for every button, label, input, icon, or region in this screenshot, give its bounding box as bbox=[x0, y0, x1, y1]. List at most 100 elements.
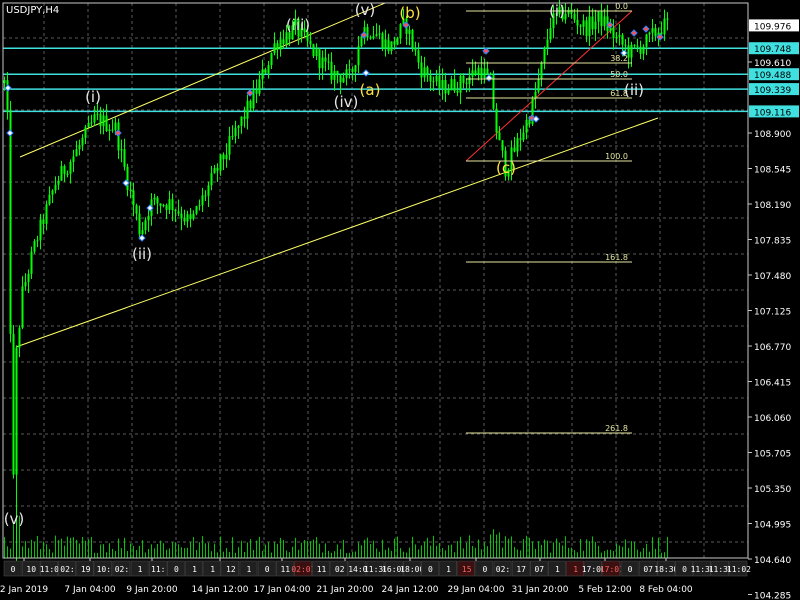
volume-bar bbox=[658, 537, 659, 558]
volume-bar bbox=[367, 537, 368, 558]
time-strip-label: 10 bbox=[26, 565, 36, 574]
volume-bar bbox=[178, 544, 179, 558]
x-tick-label: 5 Feb 12:00 bbox=[578, 585, 632, 595]
volume-bar bbox=[478, 539, 479, 558]
candle-body bbox=[591, 16, 594, 30]
volume-bar bbox=[517, 549, 518, 558]
candle-body bbox=[108, 129, 111, 131]
time-strip-label: 07 bbox=[643, 565, 653, 574]
chart-window[interactable]: 0.0 38.2 50.0 61.8 100.0 161.8 261.8 (v) (i) (ii… bbox=[0, 0, 800, 600]
candle-body bbox=[165, 204, 168, 210]
wave-label: (v) bbox=[4, 510, 25, 528]
candle-body bbox=[270, 53, 273, 66]
volume-bar bbox=[535, 548, 536, 558]
fib-level-label: 50.0 bbox=[610, 70, 628, 79]
volume-bar bbox=[571, 547, 572, 558]
candle-body bbox=[327, 61, 330, 63]
volume-bar bbox=[133, 545, 134, 558]
volume-bar bbox=[4, 537, 5, 558]
volume-bar bbox=[559, 542, 560, 558]
volume-bar bbox=[121, 548, 122, 558]
volume-bar bbox=[583, 550, 584, 558]
volume-bar bbox=[487, 546, 488, 558]
candle-body bbox=[648, 32, 651, 35]
fractal-marker bbox=[630, 29, 638, 37]
volume-bar bbox=[505, 536, 506, 558]
volume-bar bbox=[520, 550, 521, 558]
volume-bar bbox=[211, 551, 212, 558]
volume-bar bbox=[664, 552, 665, 558]
volume-bar bbox=[490, 534, 491, 558]
volume-bar bbox=[409, 547, 410, 558]
volume-bar bbox=[568, 547, 569, 558]
candle-body bbox=[537, 78, 540, 92]
volume-bar bbox=[241, 540, 242, 558]
candle-body bbox=[528, 119, 531, 124]
candle-body bbox=[189, 214, 192, 219]
candles bbox=[3, 0, 669, 563]
volume-bar bbox=[124, 537, 125, 558]
candle-body bbox=[573, 13, 576, 20]
time-strip: 0 10 11:0 02: 19 10: 02: 1 11: 0 1 1 12 1 0 11 02:01 11 02… bbox=[3, 560, 751, 577]
candle-body bbox=[624, 44, 627, 46]
candle-body bbox=[522, 132, 525, 140]
candle-body bbox=[123, 149, 126, 167]
volume-bar bbox=[220, 536, 221, 558]
volume-bar bbox=[46, 544, 47, 558]
volume-bar bbox=[277, 543, 278, 558]
volume-bar bbox=[232, 537, 233, 558]
time-strip-label: 17 bbox=[516, 565, 526, 574]
volume-bar bbox=[43, 541, 44, 558]
candle-body bbox=[348, 69, 351, 71]
candle-body bbox=[354, 65, 357, 72]
volume-bar bbox=[445, 550, 446, 558]
volume-bar bbox=[370, 544, 371, 558]
volume-bar bbox=[469, 535, 470, 558]
candle-body bbox=[153, 197, 156, 200]
candle-body bbox=[30, 251, 33, 274]
volume-bar bbox=[283, 539, 284, 558]
fib-level-label: 38.2 bbox=[610, 54, 628, 63]
candle-body bbox=[312, 44, 315, 57]
candle-body bbox=[87, 122, 90, 128]
candle-body bbox=[603, 16, 606, 27]
volume-bar bbox=[649, 551, 650, 558]
wave-label: (b) bbox=[399, 4, 420, 22]
candle-body bbox=[12, 333, 15, 475]
time-strip-label: 11:02 bbox=[727, 565, 751, 574]
volume-bar bbox=[472, 545, 473, 558]
candle-body bbox=[195, 206, 198, 214]
wave-label: (ii) bbox=[132, 245, 152, 263]
analysis-lines bbox=[3, 2, 748, 348]
candle-body bbox=[36, 240, 39, 242]
candle-body bbox=[666, 18, 669, 20]
candle-body bbox=[183, 218, 186, 222]
candle-body bbox=[63, 166, 66, 174]
volume-bar bbox=[49, 548, 50, 558]
wave-label: (iv) bbox=[334, 93, 359, 111]
y-tick-label: 107.835 bbox=[754, 237, 791, 247]
volume-bar bbox=[94, 552, 95, 558]
volume-bar bbox=[118, 538, 119, 558]
candle-body bbox=[369, 37, 372, 39]
volume-bar bbox=[151, 544, 152, 558]
candle-body bbox=[48, 194, 51, 205]
volume-bar bbox=[190, 542, 191, 558]
candle-body bbox=[432, 81, 435, 83]
volume-bar bbox=[373, 540, 374, 558]
volume-bar bbox=[238, 547, 239, 558]
x-tick-label: 14 Jan 12:00 bbox=[192, 585, 249, 595]
volume-bar bbox=[109, 543, 110, 558]
time-strip-label: 18:00 bbox=[400, 565, 424, 574]
candle-body bbox=[201, 195, 204, 206]
time-strip-label: 02 bbox=[335, 565, 345, 574]
volume-bar bbox=[214, 543, 215, 558]
candle-body bbox=[129, 189, 132, 191]
price-chart[interactable]: 0.038.250.061.8100.0161.8261.8 (v)(i)(ii… bbox=[0, 0, 800, 600]
candle-body bbox=[255, 89, 258, 94]
volume-bar bbox=[172, 542, 173, 558]
volume-bar bbox=[346, 552, 347, 558]
fractal-marker bbox=[485, 74, 493, 82]
volume-bar bbox=[355, 551, 356, 558]
candle-body bbox=[96, 113, 99, 115]
